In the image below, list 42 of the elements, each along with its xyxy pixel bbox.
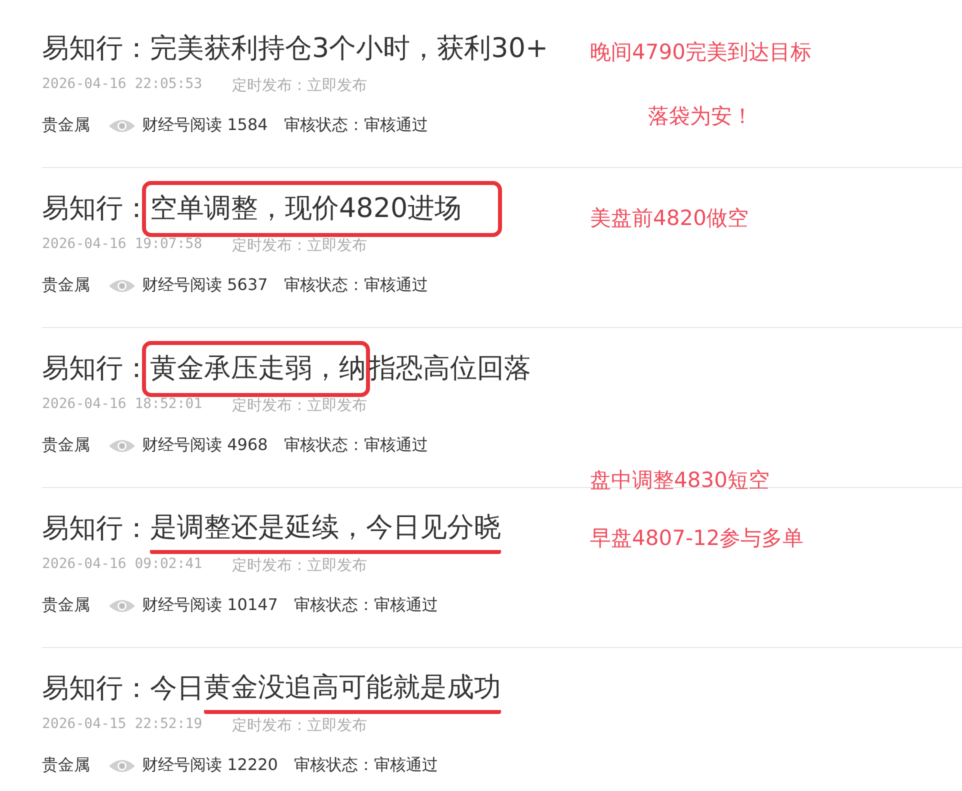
- annotation-note: 落袋为安！: [648, 103, 754, 130]
- annotation-note: 盘中调整4830短空: [590, 467, 770, 494]
- title-text[interactable]: 易知行：: [42, 186, 150, 232]
- title-text[interactable]: 易知行：: [42, 346, 150, 392]
- review-status: 审核状态：审核通过: [284, 275, 428, 296]
- publish-date: 2026-04-16 09:02:41: [42, 556, 202, 574]
- category-text: 贵金属: [42, 435, 90, 456]
- annotation-note: 晚间4790完美到达目标: [590, 39, 812, 66]
- eye-icon: [108, 758, 136, 774]
- title-text[interactable]: 易知行：完美获利持仓3个小时，获利30+: [42, 26, 548, 72]
- review-status: 审核状态：审核通过: [294, 755, 438, 776]
- eye-icon: [108, 118, 136, 134]
- review-status: 审核状态：审核通过: [284, 115, 428, 136]
- category-text: 贵金属: [42, 275, 90, 296]
- review-status: 审核状态：审核通过: [294, 595, 438, 616]
- schedule-text: 定时发布：立即发布: [232, 556, 368, 575]
- annotation-note: 早盘4807-12参与多单: [590, 525, 804, 552]
- title-text[interactable]: 易知行：今日: [42, 666, 204, 712]
- annotation-note: 美盘前4820做空: [590, 205, 748, 232]
- publish-date: 2026-04-16 18:52:01: [42, 396, 202, 414]
- schedule-text: 定时发布：立即发布: [232, 396, 368, 415]
- title-text[interactable]: 易知行：: [42, 506, 150, 552]
- category-text: 贵金属: [42, 595, 90, 616]
- publish-date: 2026-04-16 19:07:58: [42, 236, 202, 254]
- category-text: 贵金属: [42, 755, 90, 776]
- eye-icon: [108, 598, 136, 614]
- read-count: 财经号阅读 12220: [142, 755, 278, 776]
- review-status: 审核状态：审核通过: [284, 435, 428, 456]
- eye-icon: [108, 278, 136, 294]
- read-count: 财经号阅读 4968: [142, 435, 268, 456]
- schedule-text: 定时发布：立即发布: [232, 236, 368, 255]
- read-count: 财经号阅读 10147: [142, 595, 278, 616]
- underlined-title-text: 黄金没追高可能就是成功: [204, 666, 501, 714]
- schedule-text: 定时发布：立即发布: [232, 716, 368, 735]
- category-text: 贵金属: [42, 115, 90, 136]
- read-count: 财经号阅读 1584: [142, 115, 268, 136]
- schedule-text: 定时发布：立即发布: [232, 76, 368, 95]
- publish-date: 2026-04-16 22:05:53: [42, 76, 202, 94]
- publish-date: 2026-04-15 22:52:19: [42, 716, 202, 734]
- underlined-title-text: 是调整还是延续，今日见分晓: [150, 506, 501, 554]
- eye-icon: [108, 438, 136, 454]
- read-count: 财经号阅读 5637: [142, 275, 268, 296]
